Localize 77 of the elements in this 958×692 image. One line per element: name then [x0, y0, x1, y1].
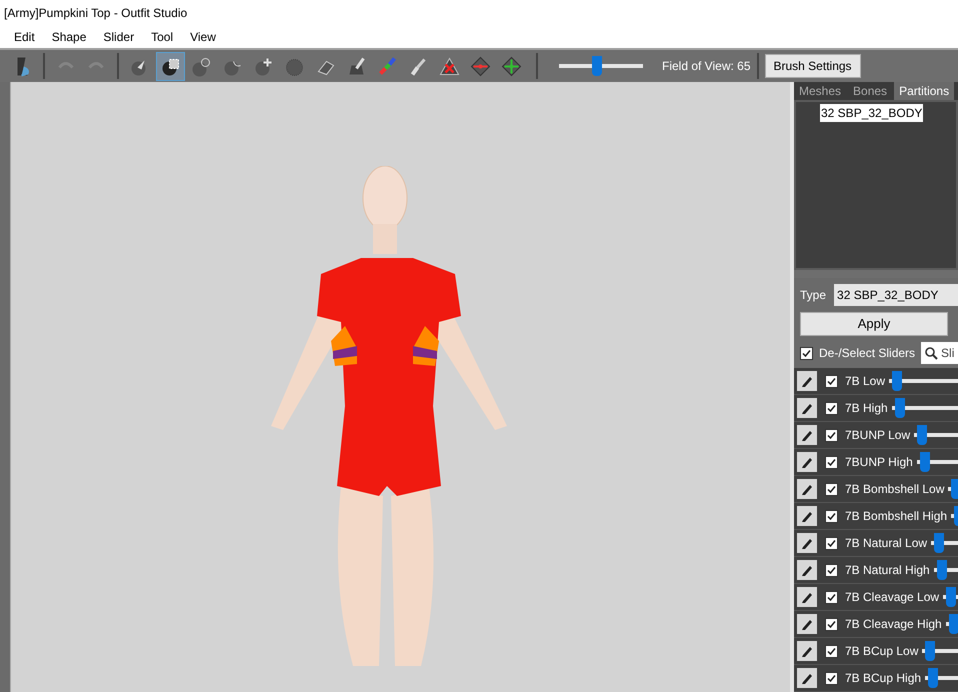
slider-name: 7B BCup High — [845, 670, 922, 687]
selection-brush-icon[interactable] — [156, 52, 185, 80]
edit-slider-button[interactable] — [797, 614, 817, 634]
slider-thumb[interactable] — [916, 425, 927, 445]
edit-slider-button[interactable] — [797, 641, 817, 661]
checkbox[interactable] — [825, 374, 838, 388]
pencil-icon — [800, 374, 814, 388]
checkbox[interactable] — [825, 564, 838, 576]
pencil-icon — [800, 644, 814, 658]
slider-thumb[interactable] — [920, 452, 930, 472]
pencil-icon — [800, 401, 814, 415]
slider-name: 7BUNP Low — [845, 427, 910, 444]
slider-name: 7B Bombshell High — [845, 508, 948, 525]
pencil-icon — [800, 671, 814, 685]
slider-name: 7B Low — [845, 373, 886, 390]
slider-thumb[interactable] — [892, 371, 902, 391]
checkbox[interactable] — [825, 644, 838, 658]
edit-slider-button[interactable] — [797, 668, 817, 688]
pencil-icon — [800, 617, 814, 631]
pencil-icon — [800, 509, 814, 523]
checkbox[interactable] — [825, 510, 838, 522]
checkbox[interactable] — [825, 482, 838, 496]
slider-thumb[interactable] — [948, 614, 958, 634]
slider-thumb[interactable] — [951, 479, 958, 499]
edit-slider-button[interactable] — [797, 425, 817, 445]
pencil-icon — [800, 482, 814, 496]
slider-name: 7B BCup Low — [845, 643, 918, 660]
edit-slider-button[interactable] — [797, 398, 817, 418]
slider-name: 7B Natural Low — [845, 535, 928, 552]
slider-thumb[interactable] — [934, 533, 944, 553]
checkbox[interactable] — [800, 346, 813, 360]
checkbox[interactable] — [825, 456, 838, 468]
window-title: [Army]Pumpkini Top - Outfit Studio — [4, 4, 188, 22]
pencil-icon — [800, 563, 814, 577]
menu-item[interactable]: Tool — [151, 28, 174, 46]
slider-name: 7B Natural High — [845, 562, 930, 579]
edit-slider-button[interactable] — [797, 371, 817, 391]
slider-thumb[interactable] — [928, 668, 938, 688]
edit-slider-button[interactable] — [797, 560, 817, 580]
checkbox[interactable] — [825, 536, 838, 550]
slider-name: 7B Bombshell Low — [845, 481, 944, 498]
edit-slider-button[interactable] — [797, 479, 817, 499]
edit-slider-button[interactable] — [797, 533, 817, 553]
edit-slider-button[interactable] — [797, 587, 817, 607]
menu-item[interactable]: Edit — [14, 28, 35, 46]
pencil-icon — [800, 428, 814, 442]
apply-button[interactable]: Apply — [800, 312, 948, 336]
type-label: Type — [800, 287, 826, 304]
slider-name: 7B High — [845, 400, 888, 417]
search-icon — [921, 342, 942, 364]
brush-settings-button[interactable]: Brush Settings — [764, 54, 861, 78]
slider-name: 7B Cleavage High — [845, 616, 942, 633]
pencil-icon — [800, 536, 814, 550]
slider-thumb[interactable] — [925, 641, 936, 661]
slider-name: 7B Cleavage Low — [845, 589, 940, 606]
checkbox[interactable] — [825, 618, 838, 630]
checkbox[interactable] — [825, 428, 838, 442]
edit-slider-button[interactable] — [797, 506, 817, 526]
tab[interactable]: Partitions — [894, 82, 954, 100]
slider-name: 7BUNP High — [845, 454, 913, 471]
checkbox[interactable] — [825, 402, 838, 414]
edit-slider-button[interactable] — [797, 452, 817, 472]
search-field[interactable]: Sli — [941, 342, 958, 364]
menu-item[interactable]: View — [190, 28, 216, 46]
checkbox[interactable] — [825, 590, 838, 604]
menu-item[interactable]: Slider — [103, 28, 134, 46]
partition-item[interactable]: 32 SBP_32_BODY — [820, 104, 924, 122]
menu-item[interactable]: Shape — [52, 28, 86, 46]
pencil-icon — [800, 455, 814, 469]
deselect-sliders-label: De-/Select Sliders — [819, 345, 916, 362]
slider-thumb[interactable] — [936, 560, 947, 580]
checkbox[interactable] — [825, 672, 838, 684]
slider-thumb[interactable] — [894, 398, 904, 418]
pencil-icon — [800, 590, 814, 604]
fov-label: Field of View: 65 — [662, 58, 750, 75]
slider-thumb[interactable] — [592, 56, 602, 76]
type-dropdown[interactable]: 32 SBP_32_BODY — [834, 284, 958, 306]
